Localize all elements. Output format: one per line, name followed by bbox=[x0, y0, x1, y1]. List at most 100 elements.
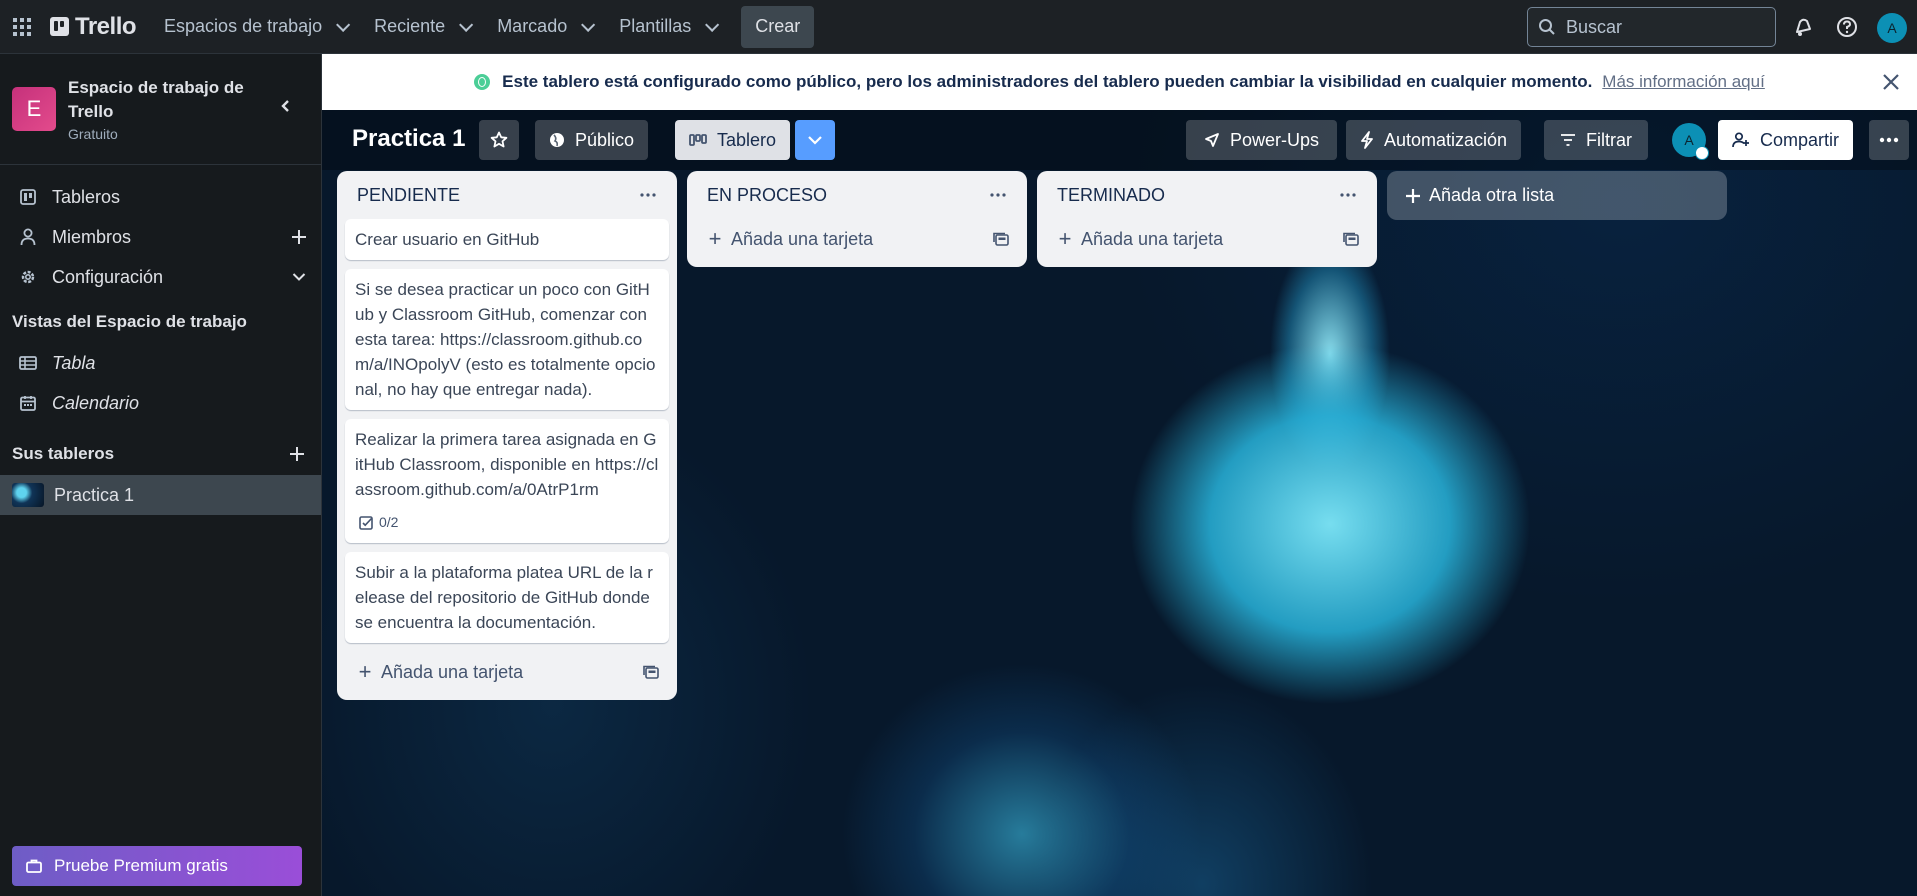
add-board-button[interactable] bbox=[287, 444, 307, 464]
grid-icon bbox=[13, 17, 31, 36]
workspace-name[interactable]: Espacio de trabajo de Trello bbox=[68, 76, 248, 124]
list-header[interactable]: EN PROCESO bbox=[695, 171, 1019, 219]
sidebar-item-settings[interactable]: Configuración bbox=[0, 257, 321, 297]
plus-icon: + bbox=[358, 659, 372, 684]
add-card-button[interactable]: + Añada una tarjeta bbox=[695, 219, 1019, 259]
lightning-icon bbox=[1361, 131, 1373, 149]
nav-recent-menu[interactable]: Reciente bbox=[360, 7, 483, 47]
add-card-label: Añada una tarjeta bbox=[381, 661, 524, 682]
sidebar-item-label: Configuración bbox=[52, 266, 164, 287]
sidebar-item-table-view[interactable]: Tabla bbox=[0, 343, 321, 383]
create-from-template-button[interactable] bbox=[1341, 229, 1361, 249]
checklist-icon bbox=[359, 515, 373, 530]
list-terminado: TERMINADO + Añada una tarjeta bbox=[1037, 171, 1377, 267]
trello-logo[interactable]: Trello bbox=[44, 0, 150, 54]
create-button[interactable]: Crear bbox=[741, 5, 815, 48]
card-text: Si se desea practicar un poco con GitHub… bbox=[355, 280, 656, 399]
card-text: Realizar la primera tarea asignada en Gi… bbox=[355, 430, 659, 499]
filter-button[interactable]: Filtrar bbox=[1544, 120, 1648, 160]
calendar-icon bbox=[18, 393, 38, 413]
nav-starred-menu[interactable]: Marcado bbox=[483, 7, 605, 47]
nav-workspaces-menu[interactable]: Espacios de trabajo bbox=[150, 7, 360, 47]
share-button[interactable]: Compartir bbox=[1718, 120, 1854, 160]
try-premium-button[interactable]: Pruebe Premium gratis bbox=[12, 846, 302, 886]
notifications-button[interactable] bbox=[1789, 13, 1817, 41]
plus-icon bbox=[292, 230, 306, 244]
board-view-button[interactable]: Tablero bbox=[675, 120, 791, 160]
checklist-count: 0/2 bbox=[379, 514, 399, 530]
card[interactable]: Realizar la primera tarea asignada en Gi… bbox=[345, 419, 669, 543]
board-menu-button[interactable] bbox=[1869, 120, 1909, 160]
switch-view-dropdown[interactable] bbox=[795, 120, 835, 160]
visibility-label: Público bbox=[575, 129, 635, 150]
add-card-label: Añada una tarjeta bbox=[1081, 228, 1224, 249]
plus-icon bbox=[1406, 188, 1420, 203]
list-header[interactable]: PENDIENTE bbox=[345, 171, 669, 219]
search-input[interactable]: Buscar bbox=[1527, 7, 1776, 47]
admin-badge-icon bbox=[1695, 146, 1709, 160]
workspace-info: Espacio de trabajo de Trello Gratuito bbox=[68, 76, 248, 142]
plus-icon: + bbox=[708, 226, 722, 251]
person-icon bbox=[18, 227, 38, 247]
list-header[interactable]: TERMINADO bbox=[1045, 171, 1369, 219]
rocket-icon bbox=[1205, 133, 1219, 147]
list-menu-button[interactable] bbox=[635, 183, 661, 207]
star-board-button[interactable] bbox=[479, 120, 519, 160]
chevron-left-icon bbox=[281, 100, 289, 112]
more-horizontal-icon bbox=[1340, 193, 1356, 197]
collapse-sidebar-button[interactable] bbox=[270, 90, 302, 122]
list-menu-button[interactable] bbox=[1335, 183, 1361, 207]
top-navigation-bar: Trello Espacios de trabajo Reciente Marc… bbox=[0, 0, 1917, 54]
sidebar-board-practica-1[interactable]: Practica 1 bbox=[0, 475, 321, 515]
visibility-button[interactable]: Público bbox=[535, 120, 649, 160]
add-member-button[interactable] bbox=[289, 227, 309, 247]
list-menu-button[interactable] bbox=[985, 183, 1011, 207]
board-view-icon bbox=[689, 134, 707, 146]
sidebar-item-label: Calendario bbox=[52, 392, 140, 413]
sidebar-item-label: Tableros bbox=[52, 186, 121, 207]
card-text: Crear usuario en GitHub bbox=[355, 230, 540, 249]
board-icon bbox=[18, 187, 38, 207]
board-title[interactable]: Practica 1 bbox=[352, 125, 465, 153]
card[interactable]: Si se desea practicar un poco con GitHub… bbox=[345, 269, 669, 410]
sidebar-item-boards[interactable]: Tableros bbox=[0, 177, 321, 217]
apps-switcher-button[interactable] bbox=[0, 0, 44, 54]
board-view-label: Tablero bbox=[717, 129, 777, 150]
create-from-template-button[interactable] bbox=[991, 229, 1011, 249]
create-from-template-button[interactable] bbox=[641, 662, 661, 682]
search-icon bbox=[1539, 19, 1555, 35]
globe-icon bbox=[474, 74, 491, 90]
add-card-button[interactable]: + Añada una tarjeta bbox=[1045, 219, 1369, 259]
card[interactable]: Subir a la plataforma platea URL de la r… bbox=[345, 552, 669, 643]
banner-close-button[interactable] bbox=[1879, 70, 1903, 94]
power-ups-button[interactable]: Power-Ups bbox=[1186, 120, 1338, 160]
board-member-avatar[interactable]: A bbox=[1672, 123, 1709, 160]
table-icon bbox=[18, 353, 38, 373]
add-list-button[interactable]: Añada otra lista bbox=[1387, 171, 1727, 220]
banner-more-info-link[interactable]: Más información aquí bbox=[1602, 72, 1765, 92]
premium-label: Pruebe Premium gratis bbox=[54, 856, 228, 875]
sidebar-item-label: Miembros bbox=[52, 226, 132, 247]
nav-templates-menu[interactable]: Plantillas bbox=[605, 7, 729, 47]
add-card-button[interactable]: + Añada una tarjeta bbox=[345, 652, 669, 692]
trello-logo-text: Trello bbox=[75, 12, 137, 40]
chevron-down-icon bbox=[808, 136, 822, 145]
expand-settings-button[interactable] bbox=[289, 267, 309, 287]
workspace-views-heading: Vistas del Espacio de trabajo bbox=[12, 312, 247, 331]
sidebar-item-calendar-view[interactable]: Calendario bbox=[0, 383, 321, 423]
card[interactable]: Crear usuario en GitHub bbox=[345, 219, 669, 260]
user-avatar[interactable]: A bbox=[1877, 13, 1907, 43]
automation-button[interactable]: Automatización bbox=[1346, 120, 1522, 160]
template-icon bbox=[993, 232, 1009, 246]
chevron-down-icon bbox=[581, 17, 596, 32]
add-card-label: Añada una tarjeta bbox=[731, 228, 874, 249]
sidebar-item-members[interactable]: Miembros bbox=[0, 217, 321, 257]
help-button[interactable] bbox=[1833, 13, 1861, 41]
plus-icon bbox=[290, 447, 304, 461]
briefcase-icon bbox=[26, 859, 42, 873]
card-text: Subir a la plataforma platea URL de la r… bbox=[355, 563, 653, 632]
chevron-down-icon bbox=[459, 17, 474, 32]
member-initial: A bbox=[1684, 132, 1694, 148]
nav-starred-label: Marcado bbox=[497, 16, 568, 36]
workspace-sidebar: E Espacio de trabajo de Trello Gratuito … bbox=[0, 54, 322, 896]
